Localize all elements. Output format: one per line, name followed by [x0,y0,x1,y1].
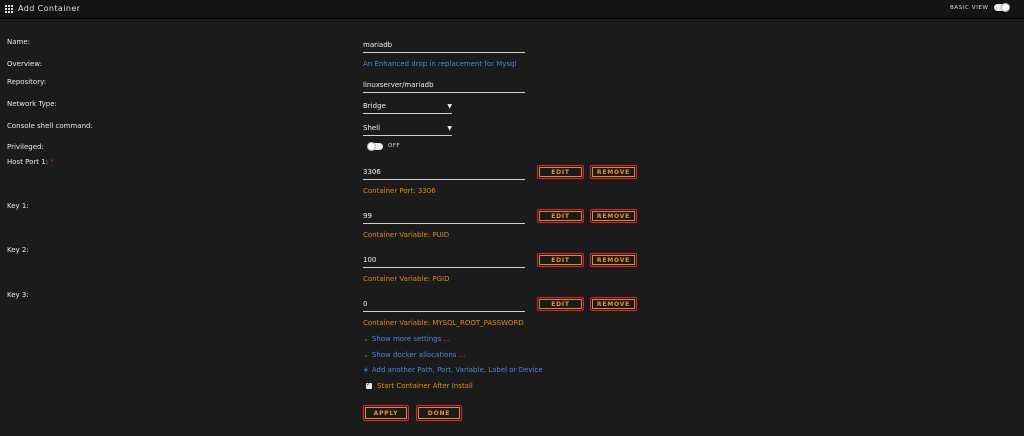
key-2-note: Container Variable: PGID [363,275,450,283]
console-shell-select[interactable]: Shell ▼ [363,123,452,136]
privileged-toggle[interactable] [368,143,383,150]
key-3-label: Key 3: [7,291,29,299]
network-type-value: Bridge [363,102,386,110]
basic-view-label: BASIC VIEW [950,5,989,11]
add-another-text: Add another Path, Port, Variable, Label … [371,366,543,374]
chevron-down-icon: ⌄ [363,351,369,359]
edit-button[interactable]: EDIT [537,253,584,267]
overview-label: Overview: [7,60,42,68]
privileged-state: OFF [388,143,401,149]
required-mark: * [50,158,54,166]
key-3-field[interactable]: 0 [363,299,525,312]
repository-field[interactable]: linuxserver/mariadb [363,80,525,93]
caret-down-icon: ▼ [447,103,452,110]
basic-view-toggle[interactable] [994,4,1009,11]
start-after-install-checkbox[interactable] [366,381,372,389]
edit-button[interactable]: EDIT [537,297,584,311]
privileged-label: Privileged: [7,143,44,151]
name-label: Name: [7,38,31,46]
done-button[interactable]: DONE [416,405,462,421]
key-1-label: Key 1: [7,202,29,210]
title-bar: Add Container BASIC VIEW [0,0,1024,19]
show-more-settings-text: Show more settings ... [371,335,451,343]
network-type-select[interactable]: Bridge ▼ [363,101,452,114]
page-title: Add Container [18,4,81,13]
remove-button[interactable]: REMOVE [590,165,637,179]
console-shell-label: Console shell command: [7,122,93,130]
show-more-settings-link[interactable]: ⌄ Show more settings ... [363,335,450,343]
key-3-note: Container Variable: MYSQL_ROOT_PASSWORD [363,319,524,327]
grid-icon[interactable] [5,5,13,13]
chevron-down-icon: ⌄ [363,335,369,343]
host-port-1-label: Host Port 1: * [7,158,54,166]
remove-button[interactable]: REMOVE [590,253,637,267]
repository-label: Repository: [7,78,47,86]
network-type-label: Network Type: [7,100,57,108]
plus-icon: + [363,366,369,374]
remove-button[interactable]: REMOVE [590,297,637,311]
edit-button[interactable]: EDIT [537,209,584,223]
host-port-1-label-text: Host Port 1: [7,158,49,166]
key-1-field[interactable]: 99 [363,211,525,224]
edit-button[interactable]: EDIT [537,165,584,179]
add-another-link[interactable]: + Add another Path, Port, Variable, Label… [363,366,543,374]
show-docker-allocations-text: Show docker allocations ... [371,351,466,359]
caret-down-icon: ▼ [447,125,452,132]
host-port-1-note: Container Port: 3306 [363,187,436,195]
key-2-label: Key 2: [7,246,29,254]
start-after-install-label: Start Container After Install [377,382,473,390]
name-field[interactable]: mariadb [363,40,525,53]
apply-button[interactable]: APPLY [363,405,409,421]
show-docker-allocations-link[interactable]: ⌄ Show docker allocations ... [363,351,465,359]
console-shell-value: Shell [363,124,381,132]
key-1-note: Container Variable: PUID [363,231,450,239]
remove-button[interactable]: REMOVE [590,209,637,223]
host-port-1-field[interactable]: 3306 [363,167,525,180]
overview-text: An Enhanced drop in replacement for Mysq… [363,60,517,68]
key-2-field[interactable]: 100 [363,255,525,268]
